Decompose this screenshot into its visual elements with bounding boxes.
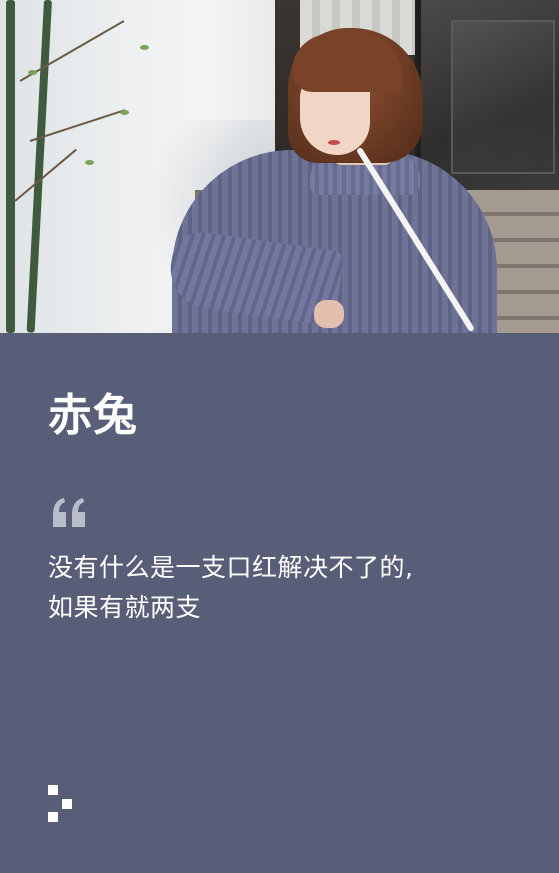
quote-line: 没有什么是一支口红解决不了的, (48, 553, 414, 582)
open-quote-icon (53, 498, 85, 527)
quote-line: 如果有就两支 (48, 593, 202, 622)
photo-leaf (120, 110, 129, 115)
quote-text: 没有什么是一支口红解决不了的, 如果有就两支 (48, 548, 518, 628)
photo-trellis-left (6, 0, 15, 333)
photo-window-pane (451, 20, 555, 174)
photo-hand (314, 300, 344, 328)
photo-lips (328, 140, 340, 145)
card-title: 赤兔 (48, 390, 138, 441)
photo-leaf (28, 70, 37, 75)
quote-card: 赤兔 没有什么是一支口红解决不了的, 如果有就两支 (0, 0, 559, 873)
hero-photo (0, 0, 559, 333)
pixel-logo-icon (48, 785, 72, 822)
photo-bangs (292, 34, 402, 92)
photo-leaf (140, 45, 149, 50)
photo-leaf (85, 160, 94, 165)
